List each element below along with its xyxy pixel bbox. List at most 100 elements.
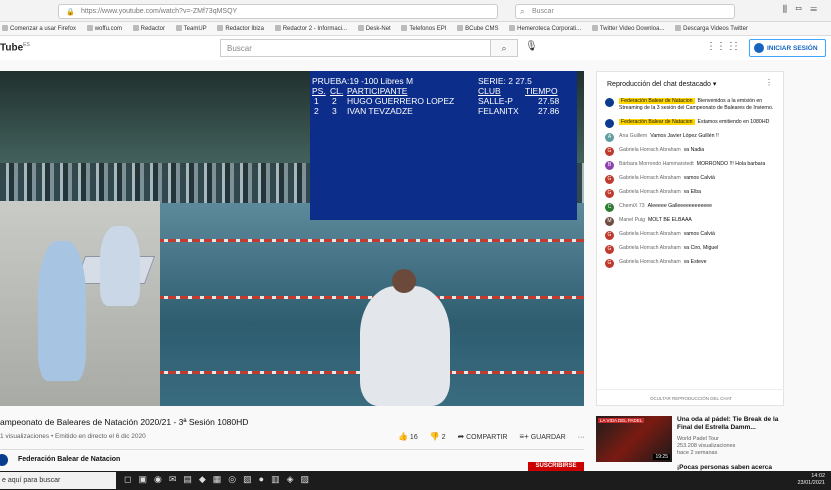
bookmark-icon: [401, 25, 408, 31]
chat-author: Ana Guillem: [619, 133, 648, 139]
chat-author: Bárbara Morrondo Hammarstedt: [619, 161, 694, 167]
scoreboard-overlay: PRUEBA:19 -100 Libres M SERIE: 2 27.5 PS…: [310, 71, 577, 220]
browser-menu-icons[interactable]: ⫼▭☰: [783, 4, 825, 15]
chat-message: G Gabriela Horrach Abraham va Nadia: [605, 147, 777, 156]
result-participant: IVAN TEVZADZE: [347, 106, 413, 116]
share-button[interactable]: ➦ COMPARTIR: [457, 432, 507, 441]
bookmark-icon: [357, 25, 364, 31]
chat-text: MOLT BE ELBAAA: [647, 217, 692, 223]
thumbs-up-icon: 👍: [398, 432, 408, 441]
video-player[interactable]: PRUEBA:19 -100 Libres M SERIE: 2 27.5 PS…: [0, 71, 584, 406]
user-avatar: B: [605, 161, 614, 170]
more-options-icon[interactable]: ⋮: [731, 41, 741, 52]
chat-text: va Ciro, Miguel: [683, 245, 719, 251]
column-header-lane: CL.: [330, 86, 344, 96]
video-lane-rope: [120, 239, 584, 242]
video-title: ampeonato de Baleares de Natación 2020/2…: [0, 417, 249, 427]
recommended-video[interactable]: LA VIDA DEL PADEL 19:25 Una oda al pádel…: [596, 416, 784, 466]
recommended-views: 253.208 visualizaciones: [677, 443, 736, 449]
bookmark-item[interactable]: Desk-Net: [357, 25, 391, 32]
lock-icon: 🔒: [66, 9, 75, 16]
bookmark-item[interactable]: Redactor 2 - Informaci...: [274, 25, 347, 32]
search-button[interactable]: ⌕: [490, 39, 518, 57]
chat-author: Gabriela Horrach Abraham: [619, 259, 681, 265]
chat-author: Gabriela Horrach Abraham: [619, 175, 681, 181]
recommended-title[interactable]: Una oda al pádel: Tie Break de la Final …: [677, 416, 784, 432]
recommended-thumbnail[interactable]: LA VIDA DEL PADEL 19:25: [596, 416, 672, 462]
video-official-head: [392, 269, 416, 293]
chat-text: va Elba: [683, 189, 702, 195]
scoreboard-column-headers: PS. CL. PARTICIPANTE CLUB TIEMPO: [312, 86, 577, 96]
bookmark-icon: [217, 25, 224, 31]
result-time: 27.58: [538, 96, 560, 106]
chat-author: Gabriela Horrach Abraham: [619, 245, 681, 251]
user-avatar: [605, 98, 614, 107]
bookmark-item[interactable]: Redactor: [132, 25, 165, 32]
more-actions-icon[interactable]: ···: [578, 434, 585, 441]
browser-search-placeholder: Buscar: [532, 8, 554, 15]
chat-text: vamos Calvià: [683, 175, 715, 181]
browser-toolbar: 🔒 https://www.youtube.com/watch?v=-ZMf73…: [0, 0, 831, 22]
scoreboard-row: 2 3 IVAN TEVZADZE FELANITX 27.86: [312, 106, 577, 116]
youtube-header: TubeES Buscar ⌕ 🎙 ⋮⋮⋮ ⋮ INICIAR SESIÓN: [0, 36, 831, 60]
result-time: 27.86: [538, 106, 560, 116]
microphone-icon[interactable]: 🎙: [525, 41, 538, 52]
youtube-search-input[interactable]: Buscar: [220, 39, 510, 57]
chat-author: Gabriela Horrach Abraham: [619, 231, 681, 237]
user-avatar: G: [605, 147, 614, 156]
video-duration: 19:25: [653, 454, 670, 460]
save-button[interactable]: ≡+ GUARDAR: [519, 432, 565, 441]
bookmark-item[interactable]: BCube CMS: [457, 25, 498, 32]
chat-text: Vamos Javier López Guillén !!: [650, 133, 719, 139]
chat-message: G Gabriela Horrach Abraham vamos Calvià: [605, 231, 777, 240]
like-button[interactable]: 👍 16: [398, 432, 418, 441]
bookmark-item[interactable]: Descarga Videos Twitter: [675, 25, 748, 32]
video-official: [360, 286, 450, 406]
taskbar-app-icons[interactable]: ◻▣◉✉▤◆▦◎▧●▥◈▨: [124, 474, 316, 485]
chat-message: G Gabriela Horrach Abraham vamos Calvià: [605, 175, 777, 184]
bookmark-item[interactable]: Redactor Ibiza: [217, 25, 264, 32]
user-avatar: G: [605, 175, 614, 184]
chat-text: Estamos emitiendo en 1080HD: [697, 119, 770, 125]
column-header-time: TIEMPO: [525, 86, 558, 96]
bookmark-icon: [86, 25, 93, 31]
result-position: 2: [314, 106, 319, 116]
bookmark-item[interactable]: TeamUP: [175, 25, 207, 32]
channel-name[interactable]: Federación Balear de Natacion: [18, 456, 120, 463]
bookmark-item[interactable]: Comenzar a usar Firefox: [2, 25, 76, 32]
video-lane-rope: [120, 371, 584, 374]
chat-text: vamos Calvià: [683, 231, 715, 237]
video-actions: 👍 16 👎 2 ➦ COMPARTIR ≡+ GUARDAR ···: [398, 432, 595, 441]
recommended-title[interactable]: ¡Pocas personas saben acerca: [677, 464, 772, 471]
user-avatar: G: [605, 245, 614, 254]
scoreboard-heat: SERIE: 2 27.5: [478, 76, 532, 86]
hide-chat-button[interactable]: OCULTAR REPRODUCCIÓN DEL CHAT: [597, 389, 785, 401]
bookmark-item[interactable]: Twitter Video Downloa...: [591, 25, 664, 32]
chat-message: C ChemiX 73 Aleeeee Galleeeeeeeeeeee: [605, 203, 777, 212]
user-avatar: G: [605, 259, 614, 268]
youtube-logo[interactable]: TubeES: [0, 42, 30, 53]
chat-message: Federación Balear de Natacion Estamos emi…: [605, 119, 777, 128]
bookmark-icon: [2, 25, 8, 31]
bookmark-item[interactable]: Telefonos EPI: [401, 25, 446, 32]
bookmark-item[interactable]: woffu.com: [86, 25, 122, 32]
channel-avatar[interactable]: [0, 454, 8, 466]
share-icon: ➦: [457, 432, 465, 441]
browser-search-input[interactable]: ⌕ Buscar: [515, 4, 735, 19]
bookmark-item[interactable]: Hemeroteca Corporati...: [509, 25, 581, 32]
sign-in-button[interactable]: INICIAR SESIÓN: [749, 39, 826, 57]
bookmark-icon: [457, 25, 464, 31]
chat-more-icon[interactable]: ⋮: [765, 78, 773, 87]
address-bar[interactable]: 🔒 https://www.youtube.com/watch?v=-ZMf73…: [58, 4, 498, 19]
taskbar-clock[interactable]: 14:02 23/01/2021: [797, 473, 825, 487]
search-icon: ⌕: [520, 7, 525, 16]
dislike-button[interactable]: 👎 2: [430, 432, 446, 441]
chat-header[interactable]: Reproducción del chat destacado ▾: [607, 80, 716, 88]
chat-message: M Manel Puig MOLT BE ELBAAA: [605, 217, 777, 226]
result-lane: 2: [332, 96, 337, 106]
chat-replay-panel: Reproducción del chat destacado ▾ ⋮ Fede…: [596, 71, 785, 406]
result-position: 1: [314, 96, 319, 106]
taskbar-search-input[interactable]: e aquí para buscar: [0, 472, 116, 489]
chat-author: Federación Balear de Natacion: [619, 119, 695, 125]
chat-author: Manel Puig: [619, 217, 645, 223]
